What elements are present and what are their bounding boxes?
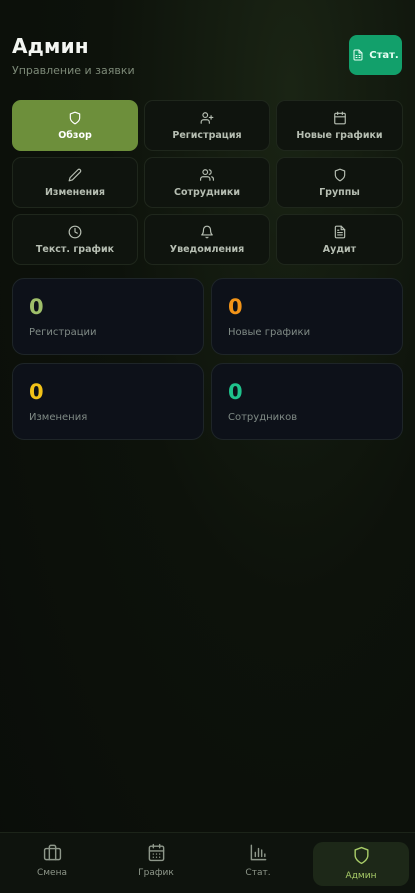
stat-value: 0	[29, 380, 44, 404]
calendar-grid-icon	[148, 843, 164, 862]
page-header: Админ Управление и заявки Стат.	[12, 32, 403, 82]
nav-label: Админ	[345, 871, 377, 881]
page-subtitle: Управление и заявки	[12, 64, 135, 77]
file-spreadsheet-icon	[353, 49, 363, 61]
tab-label: Обзор	[58, 129, 92, 141]
nav-label: Смена	[36, 868, 67, 878]
tab-notifications[interactable]: Уведомления	[144, 214, 270, 265]
tab-employees[interactable]: Сотрудники	[144, 157, 270, 208]
stat-card-employees: 0 Сотрудников	[211, 363, 403, 440]
admin-screen: Админ Управление и заявки Стат. Обзор Ре…	[0, 0, 415, 893]
stat-label: Новые графики	[228, 327, 311, 338]
bar-chart-icon	[250, 844, 266, 861]
tab-new-schedules[interactable]: Новые графики	[276, 100, 403, 151]
admin-tabs: Обзор Регистрация Новые графики Изменени…	[12, 100, 403, 265]
tab-text-schedule[interactable]: Текст. график	[12, 214, 138, 265]
stat-label: Изменения	[29, 412, 88, 423]
tab-overview[interactable]: Обзор	[12, 100, 138, 151]
tab-label: Изменения	[44, 186, 105, 198]
shield-icon	[69, 111, 81, 124]
nav-item-shift[interactable]: Смена	[8, 843, 96, 887]
tab-label: Сотрудники	[174, 186, 240, 198]
tab-label: Аудит	[322, 243, 357, 255]
page-title: Админ	[12, 34, 89, 58]
calendar-icon	[333, 111, 346, 124]
stat-card-changes: 0 Изменения	[12, 363, 204, 440]
nav-item-schedule[interactable]: График	[112, 843, 200, 887]
tab-label: Текст. график	[35, 243, 115, 255]
tab-registration[interactable]: Регистрация	[144, 100, 270, 151]
shield-icon	[353, 846, 369, 865]
nav-label: Стат.	[245, 868, 271, 878]
nav-label: График	[138, 868, 174, 878]
stat-value: 0	[228, 295, 243, 319]
stat-button[interactable]: Стат.	[349, 35, 402, 75]
briefcase-icon	[43, 844, 61, 861]
tab-label: Группы	[319, 186, 360, 198]
users-icon	[200, 168, 214, 181]
stat-button-label: Стат.	[369, 49, 399, 61]
tab-label: Новые графики	[296, 129, 383, 141]
stats-grid: 0 Регистрации 0 Новые графики 0 Изменени…	[12, 278, 403, 440]
stat-label: Сотрудников	[228, 412, 298, 423]
pencil-icon	[68, 168, 82, 181]
tab-groups[interactable]: Группы	[276, 157, 403, 208]
bottom-nav: Смена График Стат. Админ	[0, 832, 415, 893]
stat-card-new-schedules: 0 Новые графики	[211, 278, 403, 355]
clock-icon	[68, 225, 82, 238]
stat-value: 0	[29, 295, 44, 319]
tab-changes[interactable]: Изменения	[12, 157, 138, 208]
bell-icon	[201, 225, 213, 238]
stat-label: Регистрации	[29, 327, 97, 338]
file-text-icon	[334, 225, 345, 238]
stat-value: 0	[228, 380, 243, 404]
tab-audit[interactable]: Аудит	[276, 214, 403, 265]
stat-card-registrations: 0 Регистрации	[12, 278, 204, 355]
tab-label: Уведомления	[169, 243, 245, 255]
tab-label: Регистрация	[172, 129, 242, 141]
shield-icon	[334, 168, 345, 181]
user-plus-icon	[200, 111, 214, 124]
nav-item-stats[interactable]: Стат.	[214, 843, 302, 887]
nav-item-admin[interactable]: Админ	[313, 842, 409, 886]
